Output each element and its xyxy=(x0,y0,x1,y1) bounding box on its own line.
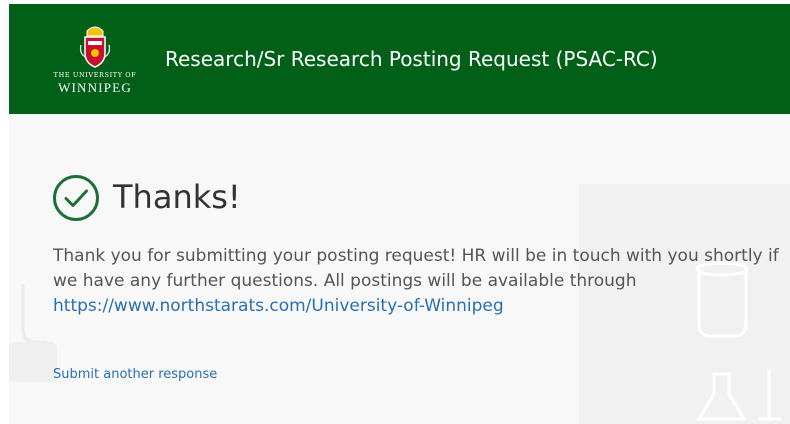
form-title: Research/Sr Research Posting Request (PS… xyxy=(165,47,658,71)
thanks-heading: Thanks! xyxy=(113,178,241,216)
university-crest-icon xyxy=(79,26,111,68)
logo-text-the-university-of: THE UNIVERSITY OF xyxy=(53,71,137,79)
logo-text-winnipeg: WINNIPEG xyxy=(58,80,132,95)
message-line-1: Thank you for submitting your posting re… xyxy=(53,246,779,266)
confirmation-message: Thank you for submitting your posting re… xyxy=(53,244,779,319)
postings-link[interactable]: https://www.northstarats.com/University-… xyxy=(53,294,753,319)
university-logo: THE UNIVERSITY OF WINNIPEG xyxy=(49,23,141,97)
submit-another-response-link[interactable]: Submit another response xyxy=(53,367,217,382)
form-header: THE UNIVERSITY OF WINNIPEG Research/Sr R… xyxy=(9,4,790,114)
form-page: THE UNIVERSITY OF WINNIPEG Research/Sr R… xyxy=(9,4,790,424)
checkmark-circle-icon xyxy=(53,175,99,221)
message-line-2: we have any further questions. All posti… xyxy=(53,271,637,291)
